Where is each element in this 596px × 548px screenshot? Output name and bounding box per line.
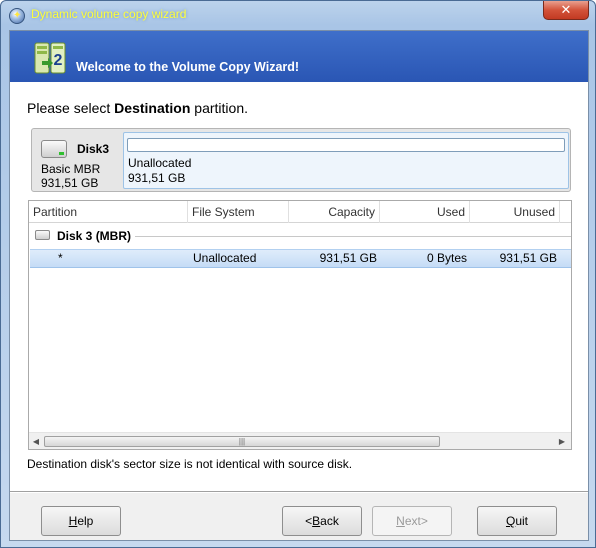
cell-file-system: Unallocated <box>193 251 257 265</box>
help-button[interactable]: Help <box>41 506 121 536</box>
partition-block-unallocated[interactable]: Unallocated 931,51 GB <box>123 132 569 189</box>
prompt-suffix: partition. <box>190 100 248 116</box>
back-button[interactable]: <Back <box>282 506 362 536</box>
disk-map: Disk3 Basic MBR 931,51 GB Unallocated 93… <box>31 128 571 192</box>
column-header-file-system[interactable]: File System <box>188 201 289 223</box>
scroll-left-icon[interactable]: ◀ <box>29 435 43 448</box>
sector-size-warning: Destination disk's sector size is not id… <box>27 457 353 471</box>
column-header-capacity[interactable]: Capacity <box>289 201 380 223</box>
disk-info[interactable]: Disk3 Basic MBR 931,51 GB <box>32 129 122 191</box>
gear-icon: ✦ <box>13 10 22 21</box>
quit-button[interactable]: Quit <box>477 506 557 536</box>
wizard-window: ✦ Dynamic volume copy wizard ✕ 2 Welcome… <box>0 0 596 548</box>
disk-size: 931,51 GB <box>41 176 99 190</box>
page-prompt: Please select Destination partition. <box>27 100 248 116</box>
prompt-prefix: Please select <box>27 100 115 116</box>
next-button[interactable]: Next> <box>372 506 452 536</box>
help-label: elp <box>77 514 94 528</box>
group-label: Disk 3 (MBR) <box>57 229 132 243</box>
close-icon: ✕ <box>560 2 572 17</box>
cell-used: 0 Bytes <box>426 251 467 265</box>
footer-separator <box>10 491 588 493</box>
partition-list: Partition File System Capacity Used Unus… <box>28 200 572 450</box>
disk-led <box>59 152 64 155</box>
wizard-client-area: 2 Welcome to the Volume Copy Wizard! Ple… <box>9 30 589 541</box>
partition-label: Unallocated <box>128 156 192 170</box>
hard-disk-icon <box>41 140 67 158</box>
column-header-used[interactable]: Used <box>380 201 470 223</box>
app-icon[interactable]: ✦ <box>9 8 25 24</box>
partition-usage-bar <box>127 138 565 152</box>
cell-partition: * <box>58 251 63 265</box>
volume-copy-icon: 2 <box>34 42 66 74</box>
quit-mnemonic: Q <box>505 514 516 528</box>
scroll-right-icon[interactable]: ▶ <box>555 435 569 448</box>
title-bar[interactable]: ✦ Dynamic volume copy wizard ✕ <box>1 1 595 29</box>
table-row[interactable]: * Unallocated 931,51 GB 0 Bytes 931,51 G… <box>30 249 571 268</box>
next-label: ext> <box>404 514 428 528</box>
next-mnemonic: N <box>396 514 405 528</box>
svg-text:2: 2 <box>54 52 63 69</box>
prompt-emphasis: Destination <box>114 100 191 116</box>
wizard-content: Please select Destination partition. Dis… <box>10 82 588 491</box>
column-header-partition[interactable]: Partition <box>29 201 188 223</box>
disk-group-row[interactable]: Disk 3 (MBR) <box>29 225 571 247</box>
quit-label: uit <box>515 514 529 528</box>
list-header: Partition File System Capacity Used Unus… <box>29 201 571 223</box>
group-divider <box>135 236 571 237</box>
disk-type: Basic MBR <box>41 162 101 176</box>
hard-disk-icon <box>35 230 50 240</box>
disk-name: Disk3 <box>77 142 110 156</box>
back-mnemonic: B <box>312 514 321 528</box>
cell-unused: 931,51 GB <box>499 251 557 265</box>
scrollbar-thumb[interactable]: ||| <box>44 436 440 447</box>
wizard-banner: 2 Welcome to the Volume Copy Wizard! <box>10 31 588 82</box>
window-title: Dynamic volume copy wizard <box>31 7 187 21</box>
partition-size: 931,51 GB <box>128 171 186 185</box>
close-button[interactable]: ✕ <box>543 1 589 20</box>
column-header-unused[interactable]: Unused <box>470 201 560 223</box>
back-label: ack <box>320 514 339 528</box>
banner-title: Welcome to the Volume Copy Wizard! <box>76 60 300 74</box>
horizontal-scrollbar[interactable]: ◀ ||| ▶ <box>29 432 571 449</box>
cell-capacity: 931,51 GB <box>319 251 377 265</box>
